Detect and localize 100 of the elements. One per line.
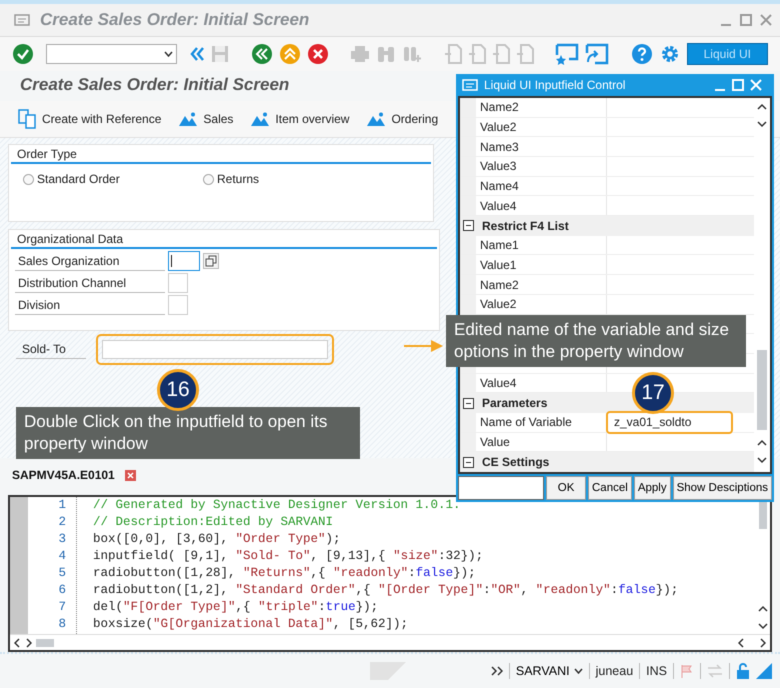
- save-icon[interactable]: [211, 45, 230, 63]
- property-name: Name of Variable: [480, 415, 572, 430]
- line-number: 2: [57, 514, 67, 531]
- property-name: Value2: [480, 120, 516, 134]
- collapse-icon[interactable]: [463, 456, 474, 468]
- screen-title: Create Sales Order: Initial Screen: [20, 75, 290, 96]
- toolbar-button[interactable]: Create with Reference: [18, 109, 162, 129]
- line-number: 3: [57, 531, 67, 548]
- scrollbar-thumb[interactable]: [757, 350, 767, 430]
- dialog-button[interactable]: Show Desciptions: [672, 476, 772, 500]
- callout-text: Edited name of the variable and size options in the property window: [446, 315, 746, 367]
- dialog-button[interactable]: OK: [546, 476, 586, 500]
- help-icon[interactable]: [630, 43, 653, 65]
- caret-icon: [164, 51, 174, 57]
- property-name: Value3: [480, 159, 516, 174]
- mountain-icon: [367, 112, 386, 126]
- flag-icon: [680, 664, 694, 678]
- input-mode: INS: [646, 664, 667, 678]
- radio-option[interactable]: Returns: [203, 172, 383, 186]
- close-tab-icon[interactable]: [124, 470, 136, 480]
- horizontal-scrollbar[interactable]: [10, 634, 770, 650]
- line-number: 6: [57, 582, 67, 599]
- page-icon[interactable]: [468, 44, 486, 64]
- caret-icon: [574, 668, 583, 674]
- property-name: Name2: [480, 100, 519, 114]
- field-label: Sold- To: [16, 340, 86, 359]
- line-number: 8: [57, 616, 67, 633]
- copy-pages-icon: [18, 109, 36, 129]
- code-line: radiobutton([1,2], "Standard Order",{ "[Order Type]":"OR", "readonly":false});: [93, 582, 680, 599]
- scroll-arrows-icon[interactable]: [738, 638, 766, 648]
- page-icon[interactable]: [516, 44, 534, 64]
- back-icon[interactable]: [250, 43, 273, 65]
- toolbar-button[interactable]: Ordering: [367, 112, 438, 126]
- property-name: Name2: [480, 278, 519, 292]
- property-name: Name1: [480, 238, 519, 252]
- maximize-icon[interactable]: [740, 14, 752, 26]
- field-label: Division: [15, 296, 165, 314]
- window-arrow-icon[interactable]: [585, 43, 610, 65]
- group-title: Organizational Data: [11, 232, 437, 249]
- double-chevron-icon[interactable]: [490, 666, 503, 676]
- file-tab[interactable]: SAPMV45A.E0101: [10, 468, 117, 482]
- corner-triangle-icon: [756, 663, 772, 679]
- user-dropdown[interactable]: SARVANI: [516, 664, 583, 678]
- code-line: boxsize("G[Organizational Data]", [5,62]);: [93, 616, 410, 633]
- page-icon[interactable]: [492, 44, 510, 64]
- field-label: Sales Organization: [15, 252, 165, 270]
- line-number: 4: [57, 548, 67, 565]
- toolbar-button[interactable]: Item overview: [251, 112, 350, 126]
- mountain-icon: [251, 112, 270, 126]
- exit-icon[interactable]: [278, 43, 301, 65]
- collapse-icon[interactable]: [463, 220, 474, 232]
- callout-text: Double Click on the inputfield to open its property window: [16, 407, 360, 459]
- close-icon: [126, 472, 134, 478]
- property-name: Name3: [480, 140, 519, 154]
- window-title: Create Sales Order: Initial Screen: [40, 10, 310, 30]
- radio-option[interactable]: Standard Order: [23, 172, 203, 186]
- cancel-icon[interactable]: [306, 43, 329, 65]
- property-name: Value4: [480, 376, 516, 390]
- checkmark-icon[interactable]: [12, 43, 34, 65]
- line-number: 1: [57, 497, 67, 514]
- window-menu-icon: [14, 14, 30, 26]
- unlocked-icon[interactable]: [736, 663, 750, 679]
- section-label: Restrict F4 List: [481, 218, 569, 233]
- mountain-icon: [179, 112, 198, 126]
- toolbar-button[interactable]: Sales: [179, 112, 234, 126]
- close-icon[interactable]: [760, 14, 772, 26]
- collapse-icon[interactable]: [463, 398, 474, 409]
- arrow: [404, 339, 444, 353]
- code-line: radiobutton([1,28], "Returns",{ "readonly":false});: [93, 565, 477, 582]
- dialog-button[interactable]: Cancel: [588, 476, 632, 500]
- window-star-icon[interactable]: [555, 43, 580, 65]
- code-editor[interactable]: [8, 495, 772, 652]
- property-name: Value: [480, 435, 510, 449]
- dialog-title: Liquid UI Inputfield Control: [484, 78, 626, 92]
- section-label: Parameters: [481, 396, 548, 410]
- command-field[interactable]: [46, 44, 178, 64]
- scrollbar-thumb[interactable]: [759, 499, 767, 529]
- property-value[interactable]: z_va01_soldto: [606, 410, 734, 434]
- line-number: 5: [57, 565, 67, 582]
- code-line: // Generated by Synactive Designer Version 1.0.1.: [93, 497, 462, 514]
- property-name: Value4: [480, 198, 516, 213]
- window-menu-icon: [462, 78, 478, 91]
- code-line: del("F[Order Type]",{ "triple":true});: [93, 599, 380, 616]
- input-field[interactable]: [168, 251, 200, 271]
- server-name: juneau: [596, 664, 634, 678]
- input-field[interactable]: [458, 476, 544, 500]
- line-number: 7: [57, 599, 67, 616]
- property-name: Name4: [480, 179, 519, 194]
- dialog-button[interactable]: Apply: [634, 476, 671, 500]
- field-label: Distribution Channel: [15, 274, 165, 292]
- section-label: CE Settings: [481, 455, 550, 470]
- page-icon[interactable]: [444, 44, 462, 64]
- property-name: Value2: [480, 297, 516, 312]
- code-line: box([0,0], [3,60], "Order Type");: [93, 531, 342, 548]
- code-line: // Description:Edited by SARVANI: [93, 514, 334, 531]
- scroll-arrows-icon[interactable]: [14, 638, 32, 648]
- value-help-icon[interactable]: [203, 253, 219, 269]
- property-name: Value1: [480, 258, 516, 272]
- scrollbar-thumb[interactable]: [36, 638, 54, 648]
- group-title: Order Type: [11, 147, 431, 164]
